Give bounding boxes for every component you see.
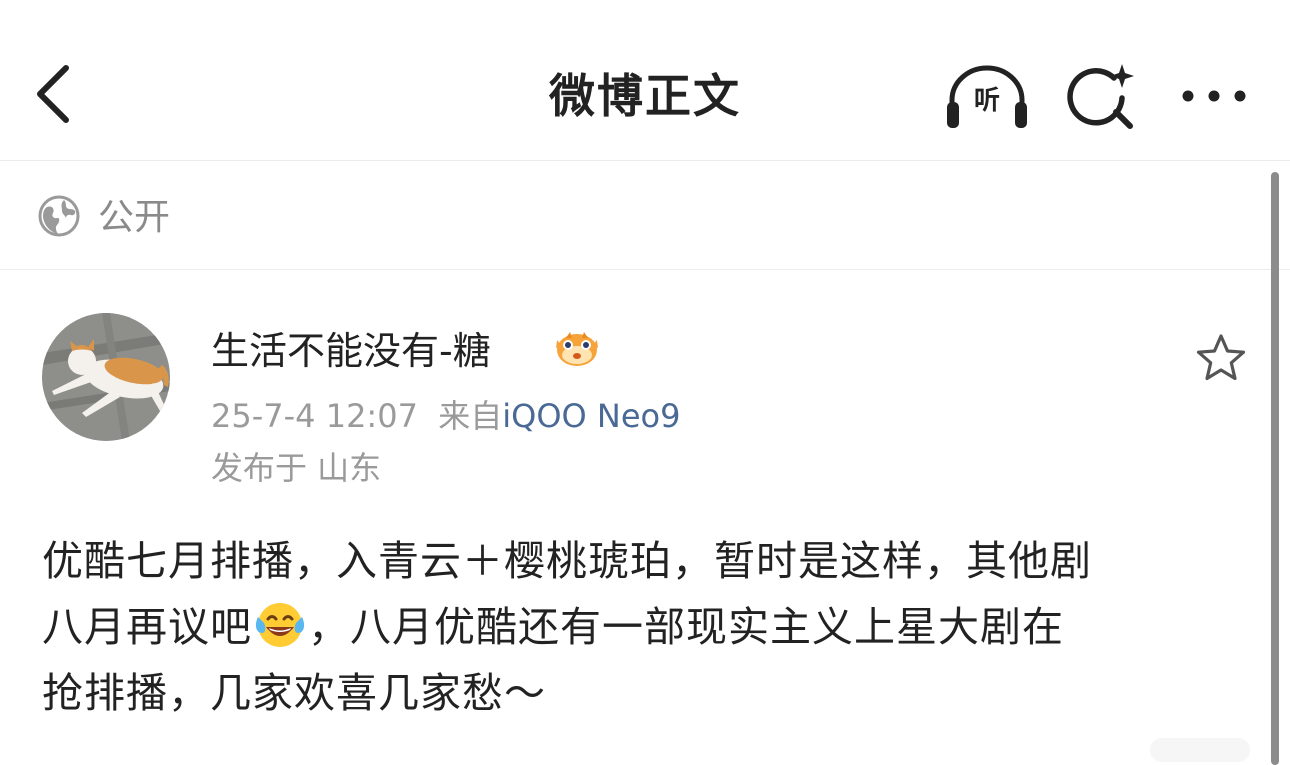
laughing-tears-emoji-icon (255, 603, 305, 647)
post-time: 25-7-4 12:07 (211, 397, 418, 435)
cat-avatar-image (42, 313, 170, 441)
post-text-line-2: 八月再议吧 ，八月优酷还有一部现实主义上星大剧在 (42, 594, 1248, 660)
post-text-line-1: 优酷七月排播，入青云＋樱桃琥珀，暂时是这样，其他剧 (42, 537, 1092, 585)
faint-overlay-hint (1150, 738, 1250, 762)
post-text-segment: ，八月优酷还有一部现实主义上星大剧在 (308, 603, 1064, 651)
more-options-button[interactable] (1176, 76, 1256, 116)
scrollbar[interactable] (1271, 172, 1279, 765)
sparkle-search-icon (1067, 64, 1134, 129)
author-name[interactable]: 生活不能没有-糖 (211, 326, 491, 376)
pufferfish-badge-icon (556, 332, 598, 366)
star-outline-icon[interactable] (1194, 332, 1248, 386)
post-location: 发布于 山东 (211, 449, 382, 487)
page-title: 微博正文 (549, 69, 741, 123)
weibo-post-page: 微博正文 听 公开 生活不能没有-糖 25-7-4 12:07 来自iQOO N… (0, 0, 1290, 765)
back-button[interactable] (26, 58, 86, 130)
post-meta: 25-7-4 12:07 来自iQOO Neo9 (211, 396, 680, 436)
post-content: 优酷七月排播，入青云＋樱桃琥珀，暂时是这样，其他剧 八月再议吧 ，八月优酷还有一… (42, 528, 1248, 726)
search-button[interactable] (1064, 60, 1140, 136)
post-text-segment: 八月再议吧 (42, 603, 252, 651)
listen-button[interactable]: 听 (942, 62, 1032, 132)
post-text-line-3: 抢排播，几家欢喜几家愁～ (42, 669, 546, 717)
visibility-row: 公开 (0, 161, 1290, 270)
avatar[interactable] (42, 313, 170, 441)
top-navigation-bar: 微博正文 听 (0, 0, 1290, 161)
source-prefix: 来自 (438, 397, 503, 435)
chevron-left-icon (37, 65, 69, 123)
device-link[interactable]: iQOO Neo9 (502, 397, 680, 435)
more-dots-icon (1182, 90, 1246, 102)
visibility-label: 公开 (98, 197, 171, 238)
listen-label: 听 (973, 86, 1000, 116)
globe-icon (38, 195, 80, 237)
